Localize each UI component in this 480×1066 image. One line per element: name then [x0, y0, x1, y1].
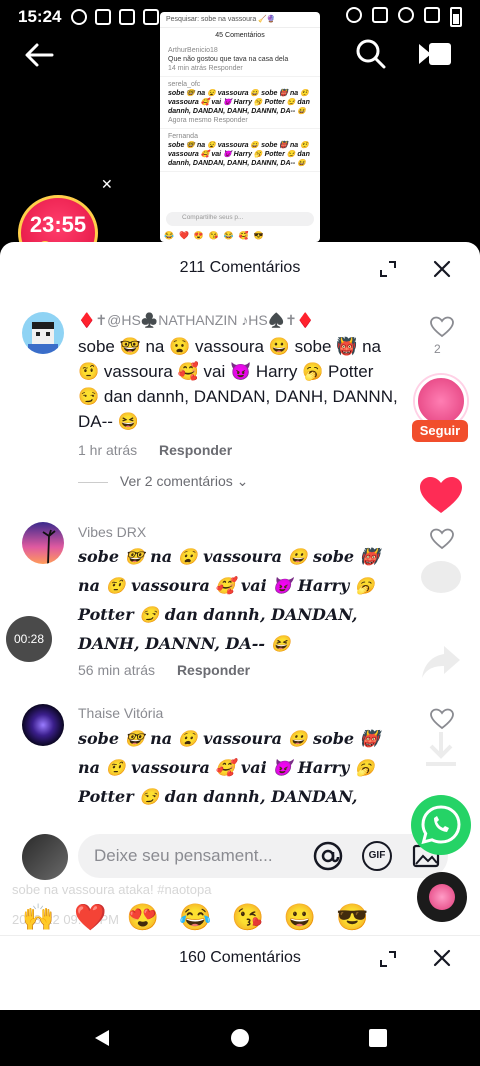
heart-outline-icon[interactable] [430, 316, 454, 338]
avatar[interactable] [22, 704, 64, 746]
whatsapp-icon [421, 805, 461, 845]
signal-icon [424, 7, 440, 23]
ghost-caption: sobe na vassoura ataka! #naotopa [12, 882, 212, 897]
comments-header-secondary: 160 Comentários [0, 935, 480, 985]
my-avatar [22, 834, 68, 880]
video-progress-timer[interactable]: 00:28 [6, 616, 52, 662]
nav-home-icon[interactable] [231, 1029, 249, 1047]
instagram-icon [119, 9, 136, 25]
comment-username[interactable]: Vibes DRX [78, 524, 146, 540]
emoji-quick-row[interactable]: 🙌❤️😍😂😘😀😎 [22, 902, 480, 933]
gif-button[interactable]: GIF [362, 841, 392, 871]
status-time: 15:24 [18, 7, 62, 26]
heart-outline-icon[interactable] [430, 528, 454, 550]
vibrate-icon [372, 7, 388, 23]
expand-icon[interactable] [379, 950, 397, 968]
comment-username[interactable]: ♦️✝@HS♣️NATHANZIN ♪HS♠️✝♦️ [78, 312, 314, 329]
nav-back-icon[interactable] [92, 1028, 112, 1048]
like-count: 2 [434, 342, 441, 356]
download-icon [426, 732, 456, 766]
comment-text: sobe 🤓 na 😧 vassoura 😀 sobe 👹 na 🤨 vasso… [78, 729, 380, 806]
comment-input[interactable]: Deixe seu pensament... GIF [78, 834, 448, 878]
preview-search-bar: Pesquisar: sobe na vassoura 🧹🔮 [160, 12, 320, 28]
timer-text: 23:55 [29, 212, 87, 237]
comment-meta: 56 min atrás Responder [78, 662, 250, 678]
whatsapp-button[interactable] [411, 795, 471, 855]
preview-comment: Fernanda sobe 🤓 na 😧 vassoura 😀 sobe 👹 n… [160, 129, 320, 172]
chat-icon [71, 9, 88, 25]
comment-time: 56 min atrás [78, 662, 156, 678]
follow-button[interactable]: Seguir [412, 420, 468, 442]
preview-comment: ArthurBenicio18 Que não gostou que tava … [160, 43, 320, 77]
preview-comment-count: 45 Comentários [215, 32, 265, 39]
comment-time: 1 hr atrás [78, 442, 138, 458]
nav-recents-icon[interactable] [369, 1029, 387, 1047]
battery-icon [450, 7, 462, 27]
mention-icon[interactable] [312, 840, 344, 872]
back-arrow-icon[interactable] [22, 38, 56, 72]
instagram-icon [143, 9, 160, 25]
comment-bubble-icon [421, 561, 461, 593]
comments-title-secondary: 160 Comentários [179, 949, 301, 966]
preview-emoji-row: 😂❤️😍😘😂🥰😎 [164, 231, 269, 240]
comments-title: 211 Comentários [179, 259, 301, 276]
system-icons [346, 7, 462, 27]
preview-input: Compartilhe seus p... [166, 212, 314, 226]
expand-icon[interactable] [379, 260, 397, 278]
comment-input-placeholder: Deixe seu pensament... [94, 846, 273, 865]
divider [78, 481, 108, 483]
wifi-icon [398, 7, 414, 23]
notification-icons [71, 9, 160, 25]
view-replies-button[interactable]: Ver 2 comentários ⌄ [78, 473, 248, 490]
reply-button[interactable]: Responder [177, 662, 250, 678]
share-arrow-icon [422, 646, 460, 678]
reply-button[interactable]: Responder [159, 442, 232, 458]
avatar[interactable] [22, 312, 64, 354]
gallery-icon [95, 9, 112, 25]
location-icon [346, 7, 362, 23]
android-nav-bar [0, 1010, 480, 1066]
video-preview[interactable]: Pesquisar: sobe na vassoura 🧹🔮 45 Coment… [160, 12, 320, 242]
close-icon[interactable] [432, 259, 452, 279]
comment-text: sobe 🤓 na 😧 vassoura 😀 sobe 👹 na 🤨 vasso… [78, 547, 380, 653]
comment-meta: 1 hr atrás Responder [78, 442, 232, 458]
close-icon[interactable] [432, 948, 452, 968]
chevron-down-icon: ⌄ [236, 473, 249, 489]
comment-text: sobe 🤓 na 😧 vassoura 😀 sobe 👹 na 🤨 vasso… [78, 337, 398, 431]
comment-username[interactable]: Thaise Vitória [78, 705, 163, 721]
avatar[interactable] [22, 522, 64, 564]
comments-header: 211 Comentários [0, 242, 480, 298]
preview-comment: serela_ofc sobe 🤓 na 😧 vassoura 😀 sobe 👹… [160, 77, 320, 129]
close-icon[interactable]: ✕ [101, 176, 113, 193]
cast-icon[interactable] [417, 40, 453, 68]
heart-filled-icon[interactable] [418, 475, 464, 515]
heart-outline-icon[interactable] [430, 708, 454, 730]
search-icon[interactable] [355, 38, 387, 70]
